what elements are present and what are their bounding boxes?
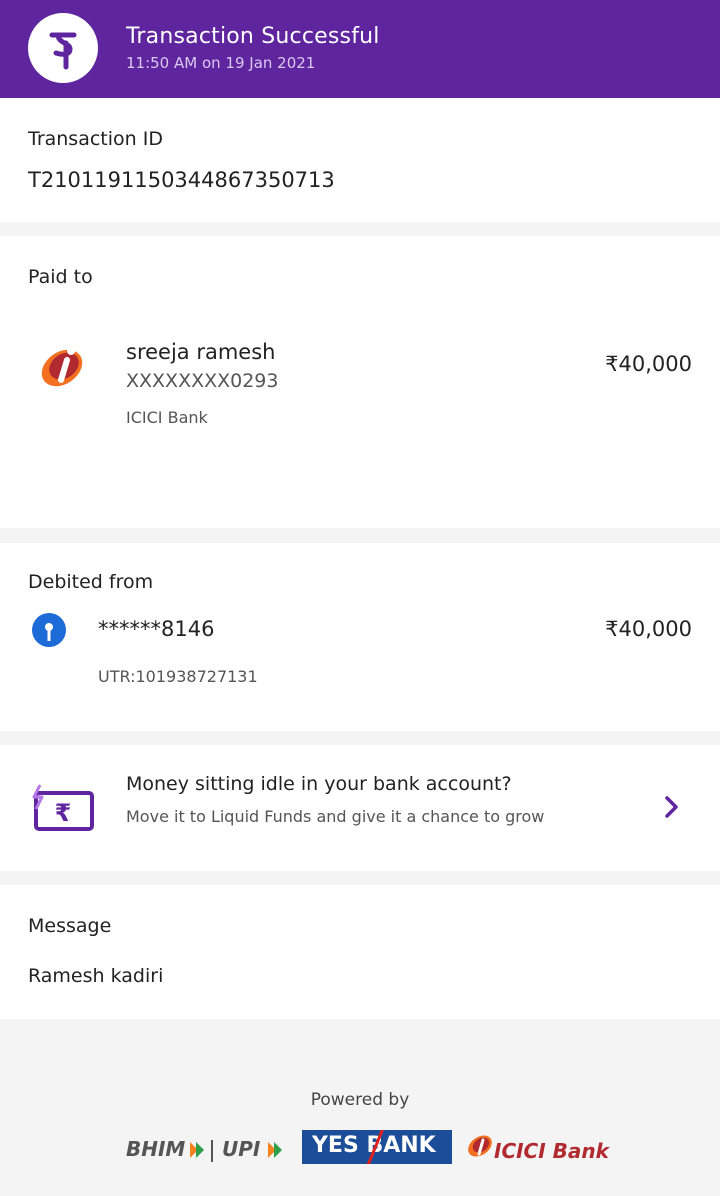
payee-bank: ICICI Bank: [126, 408, 208, 427]
powered-by-label: Powered by: [310, 1090, 410, 1110]
debit-account: ******8146: [98, 617, 215, 641]
message-value: Ramesh kadiri: [28, 965, 164, 987]
promo-subtitle: Move it to Liquid Funds and give it a ch…: [126, 807, 545, 826]
debited-from-card: Debited from ******8146 UTR:101938727131…: [0, 543, 720, 731]
promo-title: Money sitting idle in your bank account?: [126, 773, 512, 795]
paid-amount: ₹40,000: [605, 352, 692, 376]
transaction-id-label: Transaction ID: [28, 128, 163, 150]
svg-text:₹: ₹: [55, 799, 72, 827]
phonepe-logo-icon: [28, 13, 98, 83]
paid-to-label: Paid to: [28, 266, 93, 288]
wallet-rupee-icon: ₹: [30, 783, 94, 833]
icici-bank-text: ICICI Bank: [494, 1139, 611, 1163]
payee-account: XXXXXXXX0293: [126, 370, 279, 392]
message-card: Message Ramesh kadiri: [0, 885, 720, 1019]
bhim-text: BHIM: [126, 1137, 185, 1161]
bhim-upi-logo: BHIM UPI: [126, 1136, 292, 1166]
message-label: Message: [28, 915, 112, 937]
icici-bank-icon: [36, 338, 90, 392]
yes-bank-logo: YES BANK: [302, 1130, 452, 1164]
chevron-right-icon[interactable]: [664, 795, 680, 819]
header-bar: Transaction Successful 11:50 AM on 19 Ja…: [0, 0, 720, 98]
liquid-funds-promo[interactable]: ₹ Money sitting idle in your bank accoun…: [0, 745, 720, 871]
debited-amount: ₹40,000: [605, 617, 692, 641]
icici-bank-logo: ICICI Bank: [466, 1128, 626, 1168]
upi-text: UPI: [222, 1137, 261, 1161]
utr-number[interactable]: UTR:101938727131: [98, 667, 258, 686]
transaction-status-title: Transaction Successful: [126, 24, 380, 49]
transaction-id-card: Transaction ID T2101191150344867350713: [0, 98, 720, 222]
transaction-datetime: 11:50 AM on 19 Jan 2021: [126, 54, 316, 72]
debited-from-label: Debited from: [28, 571, 154, 593]
payee-name: sreeja ramesh: [126, 340, 276, 364]
transaction-id-value[interactable]: T2101191150344867350713: [28, 168, 335, 192]
paid-to-card: Paid to sreeja ramesh XXXXXXXX0293 ICICI…: [0, 236, 720, 528]
sbi-bank-icon: [32, 613, 66, 647]
